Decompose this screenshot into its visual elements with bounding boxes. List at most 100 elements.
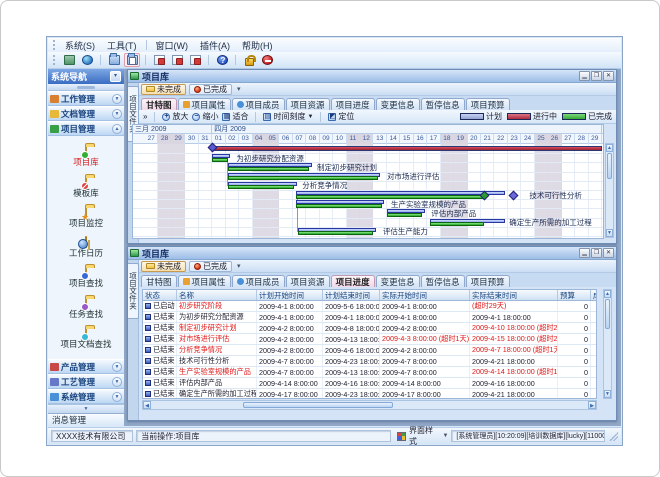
menu-item-4[interactable]: 帮助(H) — [236, 38, 279, 53]
tab-项目属性[interactable]: 项目属性 — [178, 98, 231, 110]
child-window-titlebar[interactable]: 项目库▁❐✕ — [128, 70, 616, 83]
fit-button[interactable]: ▦适合 — [222, 111, 248, 122]
zoom-in-button[interactable]: +放大 — [162, 111, 188, 122]
zoom-out-button[interactable]: −缩小 — [192, 111, 218, 122]
summary-bar-初步研究阶段[interactable] — [212, 146, 602, 151]
gantt-vertical-scrollbar[interactable]: ▲▼ — [605, 143, 614, 238]
sidebar-item-项目库[interactable]: 项目库 — [48, 146, 124, 167]
sidebar-item-项目查找[interactable]: 项目查找 — [48, 267, 124, 288]
locate-button[interactable]: ◩定位 — [328, 111, 354, 122]
menu-item-3[interactable]: 插件(A) — [194, 38, 236, 53]
tab-甘特图[interactable]: 甘特图 — [141, 275, 177, 287]
expand-section-button[interactable]: ▼ — [112, 377, 122, 387]
menu-drag-grip[interactable] — [53, 40, 56, 50]
sidebar-item-项目监控[interactable]: ★项目监控 — [48, 207, 124, 228]
scroll-left-arrow[interactable]: ◀ — [143, 401, 151, 409]
filter-tab-已完成[interactable]: 已完成 — [189, 84, 232, 95]
column-header-成[interactable]: 成 — [591, 290, 597, 300]
done-bar-制定初步研究计划[interactable] — [228, 167, 309, 171]
sidebar-section-产品管理[interactable]: 产品管理▼ — [48, 359, 124, 374]
tab-暂停信息[interactable]: 暂停信息 — [421, 275, 465, 287]
table-row[interactable]: 已结束生产实验室规模的产品2009-4-7 8:00:002009-4-13 1… — [143, 367, 596, 378]
done-bar-技术可行性分析[interactable] — [296, 195, 484, 199]
column-header-预算[interactable]: 预算 — [558, 290, 591, 300]
menu-item-2[interactable]: 窗口(W) — [150, 38, 195, 53]
time-scale-button[interactable]: ▤时间刻度▼ — [263, 111, 313, 122]
expand-section-button[interactable]: ▼ — [112, 362, 122, 372]
close-button[interactable]: ✕ — [603, 248, 614, 258]
lock-button[interactable] — [241, 53, 257, 67]
toolbar-overflow-chevron[interactable]: » — [143, 112, 147, 121]
done-bar-生产实验室规模的产品[interactable] — [296, 204, 382, 208]
minimize-button[interactable]: ▁ — [579, 248, 590, 258]
done-bar-分析竞争情况[interactable] — [228, 185, 294, 189]
table-row[interactable]: 已结束分析竞争情况2009-4-2 8:00:002009-4-6 18:00:… — [143, 345, 596, 356]
tab-甘特图[interactable]: 甘特图 — [141, 98, 177, 110]
sidebar-section-工艺管理[interactable]: 工艺管理▼ — [48, 374, 124, 389]
filter-tab-已完成[interactable]: 已完成 — [189, 261, 232, 272]
form-red-button-3[interactable] — [187, 53, 203, 67]
project-window-button[interactable] — [124, 53, 140, 67]
table-row[interactable]: 已结束制定初步研究计划2009-4-2 8:00:002009-4-8 18:0… — [143, 323, 596, 334]
nav-header-menu-button[interactable]: ▾ — [110, 71, 121, 82]
expand-section-button[interactable]: ▼ — [112, 109, 122, 119]
scroll-up-arrow[interactable]: ▲ — [604, 290, 611, 298]
more-filters-chevron[interactable]: ▾ — [237, 262, 241, 270]
tab-项目进度[interactable]: 项目进度 — [331, 275, 375, 287]
filter-tab-未完成[interactable]: 未完成 — [141, 261, 186, 272]
sidebar-item-任务查找[interactable]: 任务查找 — [48, 298, 124, 319]
tab-项目预算[interactable]: 项目预算 — [466, 275, 510, 287]
done-bar-对市场进行评估[interactable] — [228, 176, 377, 180]
tab-项目进度[interactable]: 项目进度 — [331, 98, 375, 110]
nav-scroll-down[interactable]: ▼ — [48, 404, 124, 413]
tab-项目资源[interactable]: 项目资源 — [286, 275, 330, 287]
interface-style-button[interactable]: 界面样式 — [409, 425, 439, 447]
nav-collapse-handle[interactable] — [48, 84, 124, 91]
more-filters-chevron[interactable]: ▾ — [237, 85, 241, 93]
form-red-button[interactable] — [151, 53, 167, 67]
monitor-button[interactable] — [61, 53, 77, 67]
column-header-名称[interactable]: 名称 — [177, 290, 257, 300]
toolbar-drag-grip[interactable] — [53, 55, 56, 65]
column-header-计划开始时间[interactable]: 计划开始时间 — [257, 290, 323, 300]
tab-项目预算[interactable]: 项目预算 — [466, 98, 510, 110]
scroll-right-arrow[interactable]: ▶ — [588, 401, 596, 409]
table-row[interactable]: 已结束评估内部产品2009-4-14 8:00:002009-4-16 18:0… — [143, 378, 596, 389]
column-header-状态[interactable]: 状态 — [143, 290, 177, 300]
tab-message-management[interactable]: 消息管理 — [48, 413, 124, 426]
column-header-实际开始时间[interactable]: 实际开始时间 — [380, 290, 470, 300]
scroll-down-arrow[interactable]: ▼ — [604, 390, 611, 398]
resize-grip[interactable] — [609, 432, 618, 441]
table-row[interactable]: 已结束对市场进行评估2009-4-2 8:00:002009-4-13 18:0… — [143, 334, 596, 345]
done-bar-确定生产所需的加工过程[interactable] — [430, 222, 484, 226]
form-red-button-2[interactable] — [169, 53, 185, 67]
minimize-button[interactable]: ▁ — [579, 71, 590, 81]
filter-tab-未完成[interactable]: 未完成 — [141, 84, 186, 95]
project-folders-side-tab[interactable]: 项目文件夹 — [128, 263, 139, 319]
scroll-thumb[interactable] — [605, 299, 610, 329]
column-header-实际结束时间[interactable]: 实际结束时间 — [470, 290, 558, 300]
menu-item-1[interactable]: 工具(T) — [101, 38, 143, 53]
table-row[interactable]: 已结束技术可行性分析2009-4-7 8:00:002009-4-23 18:0… — [143, 356, 596, 367]
sidebar-section-文档管理[interactable]: 文档管理▼ — [48, 106, 124, 121]
scroll-thumb[interactable] — [607, 153, 612, 179]
tab-项目成员[interactable]: 项目成员 — [232, 275, 285, 287]
table-horizontal-scrollbar[interactable]: ◀▶ — [142, 400, 597, 410]
close-button[interactable]: ✕ — [603, 71, 614, 81]
collapse-section-button[interactable]: ▲ — [112, 124, 122, 134]
menu-item-0[interactable]: 系统(S) — [59, 38, 101, 53]
column-header-计划结束时间[interactable]: 计划结束时间 — [323, 290, 380, 300]
done-bar-评估内部产品[interactable] — [387, 213, 422, 217]
done-bar-评估生产能力[interactable] — [298, 231, 373, 235]
tab-项目成员[interactable]: 项目成员 — [232, 98, 285, 110]
sidebar-item-模板库[interactable]: 模板库 — [48, 177, 124, 198]
scroll-down-arrow[interactable]: ▼ — [606, 229, 613, 237]
tab-变更信息[interactable]: 变更信息 — [376, 98, 420, 110]
sidebar-section-工作管理[interactable]: 工作管理▼ — [48, 91, 124, 106]
scroll-up-arrow[interactable]: ▲ — [606, 144, 613, 152]
tab-暂停信息[interactable]: 暂停信息 — [421, 98, 465, 110]
expand-section-button[interactable]: ▼ — [112, 94, 122, 104]
tab-变更信息[interactable]: 变更信息 — [376, 275, 420, 287]
table-row[interactable]: 已启动初步研究阶段2009-4-1 8:00:002009-5-6 18:00:… — [143, 301, 596, 312]
table-vertical-scrollbar[interactable]: ▲▼ — [603, 289, 612, 399]
